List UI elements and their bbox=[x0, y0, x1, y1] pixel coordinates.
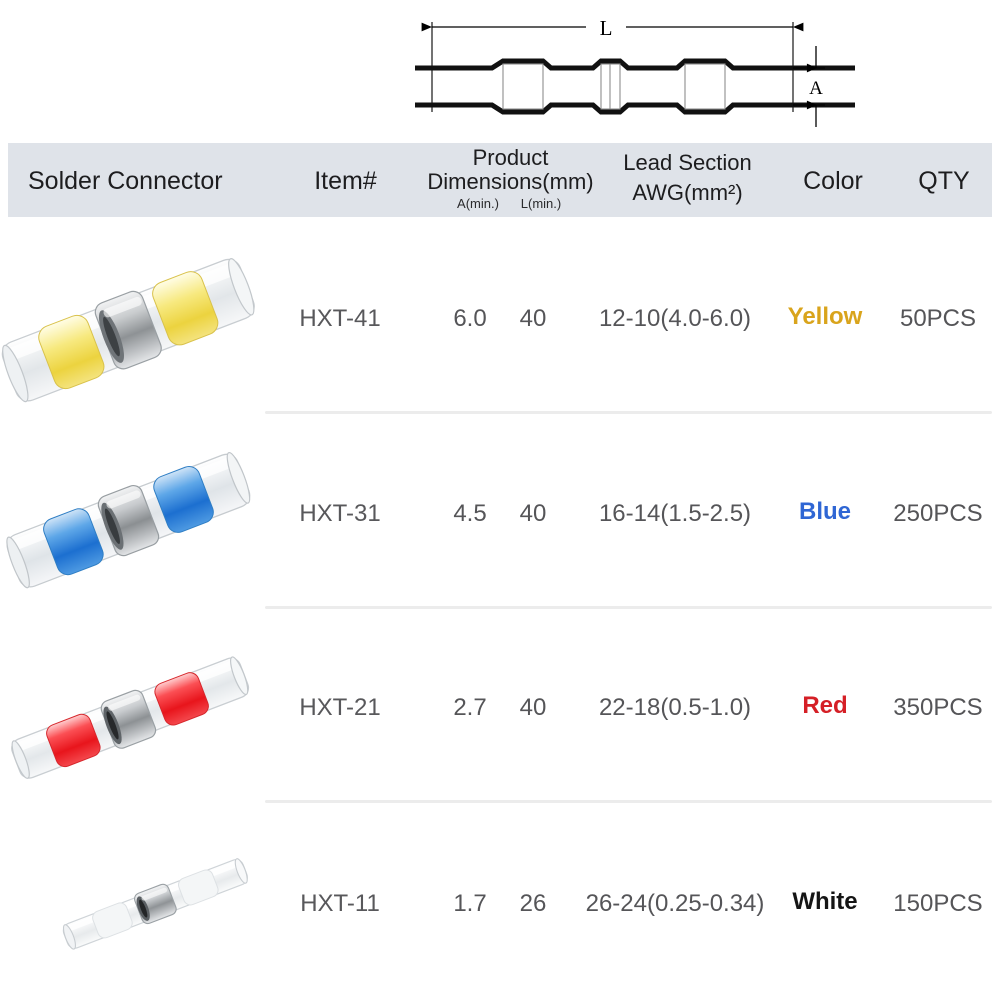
cell-color-0: Yellow bbox=[787, 303, 863, 330]
cell-l-min-1: 40 bbox=[519, 500, 547, 527]
diagram-label-diameter: A bbox=[809, 78, 823, 99]
row-divider-3 bbox=[265, 800, 992, 803]
cell-item-1: HXT-31 bbox=[299, 500, 381, 527]
cell-color-3: White bbox=[792, 888, 858, 915]
cell-a-min-3: 1.7 bbox=[453, 890, 487, 917]
column-header-color: Color bbox=[803, 167, 863, 195]
product-image-blue bbox=[0, 442, 264, 602]
column-header-dimensions-line1: Product bbox=[472, 145, 549, 170]
product-image-white bbox=[45, 848, 265, 958]
cell-item-3: HXT-11 bbox=[300, 890, 380, 917]
row-divider-2 bbox=[265, 606, 992, 609]
column-header-lead-line1: Lead Section bbox=[623, 150, 752, 175]
column-header-item: Item# bbox=[314, 167, 377, 195]
cell-l-min-2: 40 bbox=[519, 694, 547, 721]
cell-qty-3: 150PCS bbox=[893, 890, 983, 917]
cell-a-min-1: 4.5 bbox=[453, 500, 487, 527]
cell-qty-1: 250PCS bbox=[893, 500, 983, 527]
cell-qty-0: 50PCS bbox=[899, 305, 977, 332]
connector-dimension-diagram: L A bbox=[415, 0, 855, 135]
column-header-dimensions-line2: Dimensions(mm) bbox=[427, 169, 594, 194]
product-spec-sheet: L A Solder Connector Item# Product Dimen… bbox=[0, 0, 1000, 1000]
cell-lead-section-1: 16-14(1.5-2.5) bbox=[598, 500, 752, 527]
table-header: Solder Connector Item# Product Dimension… bbox=[8, 143, 992, 217]
cell-l-min-3: 26 bbox=[519, 890, 547, 917]
product-image-yellow bbox=[0, 252, 264, 412]
cell-lead-section-3: 26-24(0.25-0.34) bbox=[585, 890, 765, 917]
cell-lead-section-2: 22-18(0.5-1.0) bbox=[598, 694, 752, 721]
cell-item-0: HXT-41 bbox=[299, 305, 381, 332]
cell-lead-section-0: 12-10(4.0-6.0) bbox=[598, 305, 752, 332]
column-header-a-min: A(min.) bbox=[457, 196, 499, 211]
product-image-red bbox=[0, 636, 264, 801]
cell-a-min-2: 2.7 bbox=[453, 694, 487, 721]
diagram-label-length: L bbox=[600, 16, 613, 40]
cell-color-2: Red bbox=[802, 692, 848, 719]
cell-color-1: Blue bbox=[798, 498, 851, 525]
cell-item-2: HXT-21 bbox=[299, 694, 381, 721]
column-header-lead-line2: AWG(mm²) bbox=[632, 180, 743, 205]
cell-qty-2: 350PCS bbox=[893, 694, 983, 721]
cell-a-min-0: 6.0 bbox=[453, 305, 487, 332]
column-header-l-min: L(min.) bbox=[520, 196, 562, 211]
column-header-qty: QTY bbox=[918, 167, 970, 195]
column-header-connector: Solder Connector bbox=[28, 167, 223, 195]
row-divider-1 bbox=[265, 411, 992, 414]
cell-l-min-0: 40 bbox=[519, 305, 547, 332]
